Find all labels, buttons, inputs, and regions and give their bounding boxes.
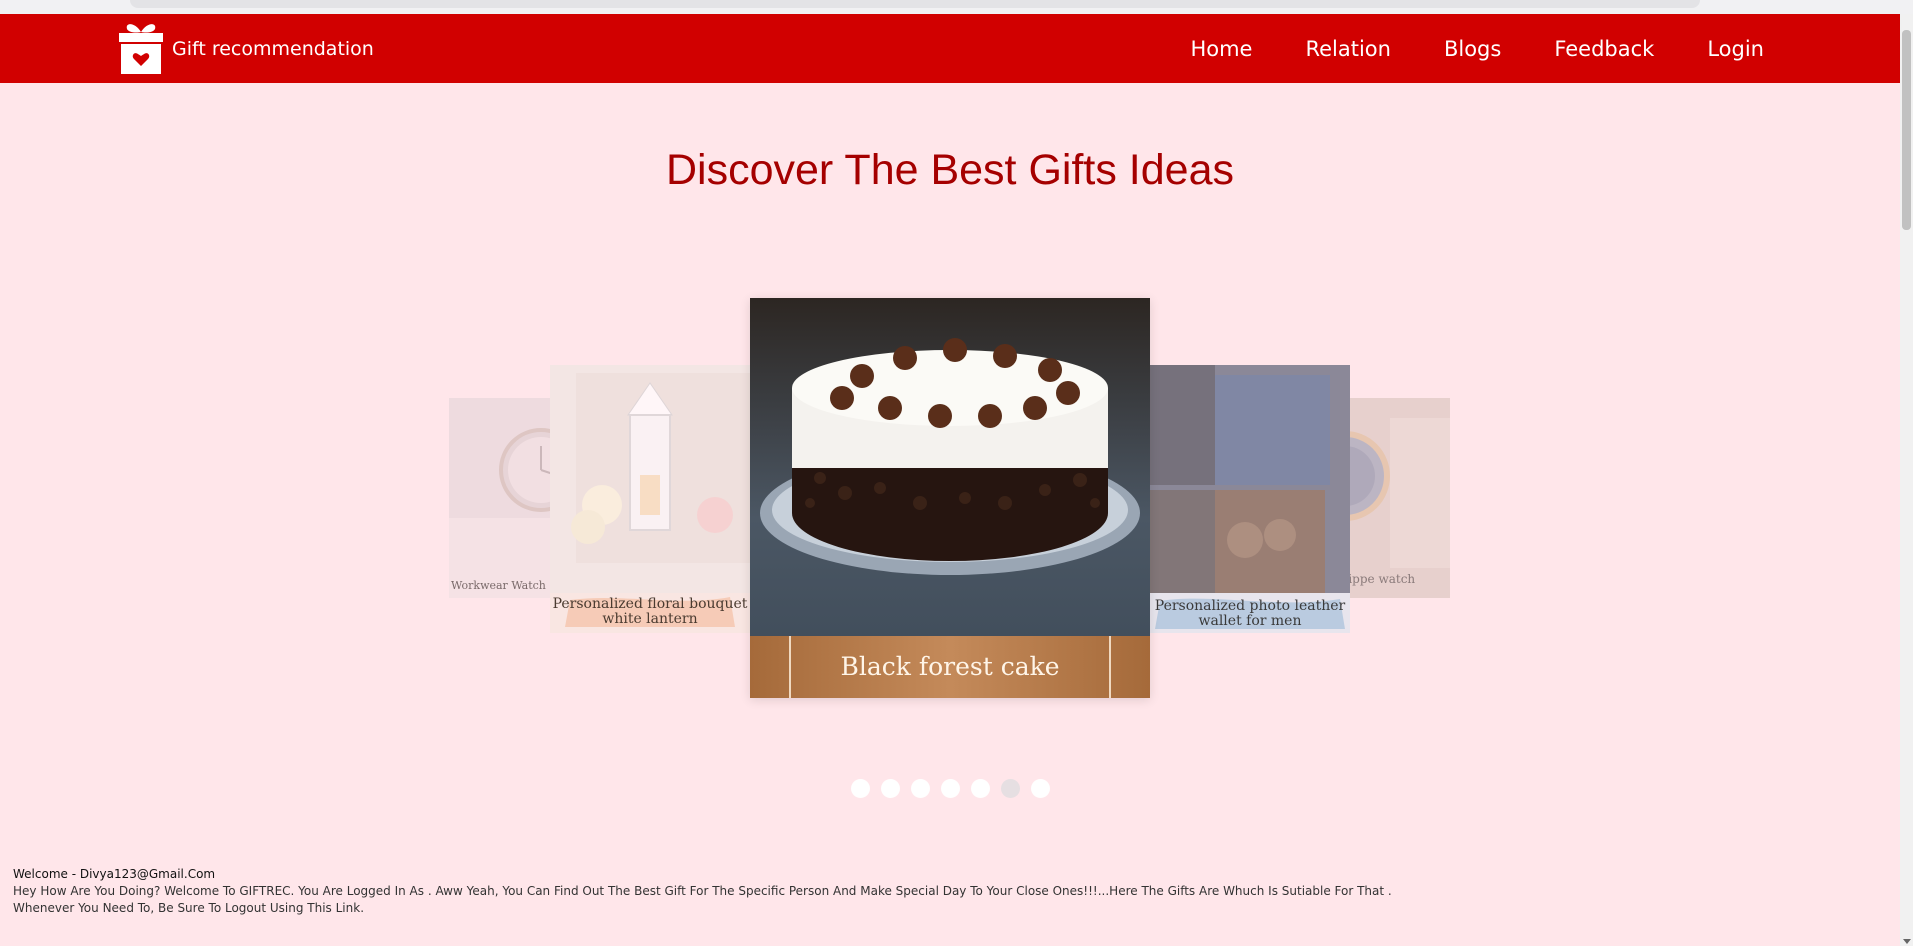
- carousel-pagination: [851, 779, 1061, 798]
- nav-login[interactable]: Login: [1707, 37, 1764, 61]
- card-caption: Personalized floral bouquet white lanter…: [552, 596, 748, 627]
- card-caption: Black forest cake: [840, 652, 1060, 681]
- browser-top-strip: [0, 0, 1913, 14]
- carousel-dot-7[interactable]: [1031, 779, 1050, 798]
- carousel-dot-4[interactable]: [941, 779, 960, 798]
- address-bar-edge: [130, 0, 1700, 8]
- nav-home[interactable]: Home: [1190, 37, 1252, 61]
- carousel-dot-2[interactable]: [881, 779, 900, 798]
- carousel-card-lantern[interactable]: Personalized floral bouquet white lanter…: [550, 365, 750, 633]
- nav-feedback[interactable]: Feedback: [1554, 37, 1654, 61]
- carousel-dot-5[interactable]: [971, 779, 990, 798]
- page-title: Discover The Best Gifts Ideas: [666, 146, 1234, 194]
- card-caption: Personalized photo leather wallet for me…: [1154, 598, 1346, 629]
- main-nav: Home Relation Blogs Feedback Login: [1137, 14, 1764, 83]
- carousel-dot-6-active[interactable]: [1001, 779, 1020, 798]
- carousel-dot-3[interactable]: [911, 779, 930, 798]
- logout-hint: Whenever You Need To, Be Sure To Logout …: [13, 901, 365, 915]
- brand-name: Gift recommendation: [172, 37, 374, 60]
- scrollbar-thumb[interactable]: [1902, 30, 1911, 230]
- nav-relation[interactable]: Relation: [1305, 37, 1391, 61]
- scroll-down-arrow-icon[interactable]: [1903, 939, 1911, 944]
- brand-link[interactable]: Gift recommendation: [117, 20, 374, 77]
- carousel-card-wallet[interactable]: Personalized photo leather wallet for me…: [1150, 365, 1350, 633]
- nav-blogs[interactable]: Blogs: [1444, 37, 1501, 61]
- welcome-footer: Welcome - Divya123@Gmail.Com Hey How Are…: [13, 866, 1413, 917]
- gift-heart-icon: [117, 18, 165, 80]
- page-scrollbar[interactable]: [1900, 14, 1913, 946]
- welcome-message: Hey How Are You Doing? Welcome To GIFTRE…: [13, 884, 1392, 898]
- navbar: Gift recommendation Home Relation Blogs …: [0, 14, 1900, 83]
- carousel-card-cake[interactable]: Black forest cake: [750, 298, 1150, 698]
- welcome-text: Welcome - Divya123@Gmail.Com: [13, 867, 216, 881]
- carousel-dot-1[interactable]: [851, 779, 870, 798]
